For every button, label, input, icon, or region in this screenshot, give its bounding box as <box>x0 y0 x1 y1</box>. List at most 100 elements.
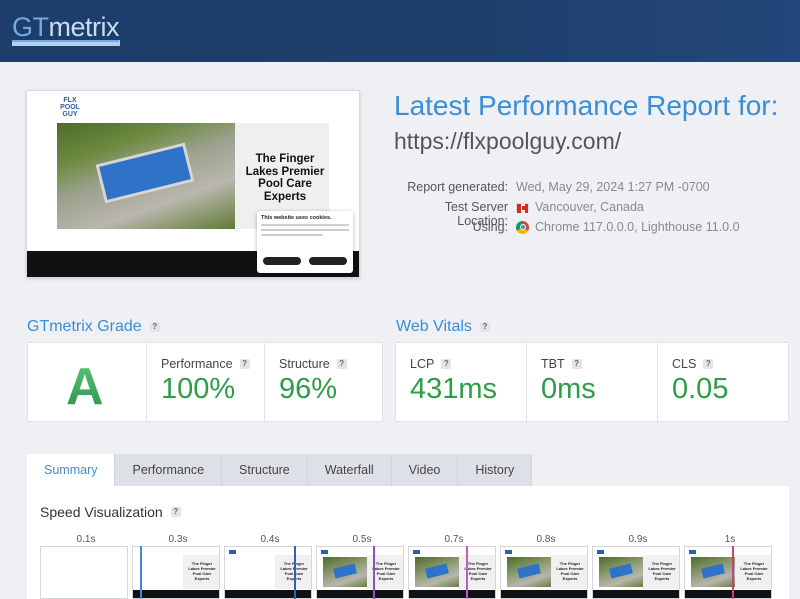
report-tabs: Summary Performance Structure Waterfall … <box>27 454 533 486</box>
structure-label: Structure? <box>279 357 347 371</box>
gtmetrix-grade-title: GTmetrix Grade ? <box>27 318 160 336</box>
frame-footer <box>501 590 587 598</box>
lcp-value: 431ms <box>410 373 498 405</box>
filmstrip-frame[interactable]: The Finger Lakes Premier Pool Care Exper… <box>316 546 404 599</box>
tbt-label: TBT? <box>541 357 582 371</box>
gtmetrix-logo[interactable]: GTmetrix <box>12 12 119 43</box>
hero-headline: The Finger Lakes Premier Pool Care Exper… <box>245 153 325 203</box>
frame-headline: The Finger Lakes Premier Pool Care Exper… <box>740 561 768 581</box>
speed-visualization-heading: Speed Visualization <box>40 504 163 520</box>
pool-shape <box>95 142 195 204</box>
lcp-marker <box>373 546 375 599</box>
cls-label-text: CLS <box>672 357 697 371</box>
pool-photo <box>57 123 235 229</box>
tbt-cell: TBT? 0ms <box>527 343 658 421</box>
cls-cell: CLS? 0.05 <box>658 343 790 421</box>
filmstrip: 0.1s 0.3s 0.4s 0.5s 0.7s 0.8s 0.9s 1s Th… <box>40 534 776 599</box>
cookie-text-line <box>261 229 349 231</box>
cookie-text-line <box>261 234 323 236</box>
help-icon[interactable]: ? <box>239 359 250 369</box>
help-icon[interactable]: ? <box>441 359 452 369</box>
frame-logo <box>413 550 420 554</box>
structure-cell: Structure? 96% <box>265 343 384 421</box>
performance-value: 100% <box>161 373 236 405</box>
frame-time: 0.1s <box>76 534 96 545</box>
cookie-accept-button <box>309 257 347 265</box>
frame-footer <box>133 590 219 598</box>
web-vitals-title: Web Vitals ? <box>396 318 490 336</box>
tbt-label-text: TBT <box>541 357 565 371</box>
report-title: Latest Performance Report for: <box>394 90 779 121</box>
logo-metrix: metrix <box>48 12 120 42</box>
report-generated-text: Wed, May 29, 2024 1:27 PM -0700 <box>516 180 710 194</box>
help-icon[interactable]: ? <box>479 322 490 332</box>
tab-performance[interactable]: Performance <box>115 454 223 486</box>
tab-structure[interactable]: Structure <box>222 454 308 486</box>
report-url[interactable]: https://flxpoolguy.com/ <box>394 128 621 155</box>
tab-history[interactable]: History <box>458 454 533 486</box>
frame-photo <box>323 557 369 587</box>
help-icon[interactable]: ? <box>149 322 160 332</box>
filmstrip-frame[interactable]: The Finger Lakes Premier Pool Care Exper… <box>684 546 772 599</box>
site-screenshot: FLX POOL GUY The Finger Lakes Premier Po… <box>26 90 360 278</box>
performance-label: Performance? <box>161 357 250 371</box>
using-text: Chrome 117.0.0.0, Lighthouse 11.0.0 <box>535 220 740 234</box>
first-contentful-paint-marker <box>140 546 142 599</box>
fully-loaded-marker <box>732 546 734 599</box>
speed-visualization-title: Speed Visualization ? <box>40 504 181 520</box>
tab-waterfall[interactable]: Waterfall <box>307 454 392 486</box>
filmstrip-frame[interactable] <box>40 546 128 599</box>
frame-footer <box>593 590 679 598</box>
cls-label: CLS? <box>672 357 714 371</box>
cls-value: 0.05 <box>672 373 729 405</box>
cookie-decline-button <box>263 257 301 265</box>
frame-time: 0.8s <box>536 534 556 545</box>
help-icon[interactable]: ? <box>571 359 582 369</box>
frame-time: 1s <box>724 534 736 545</box>
grade-cell: A <box>28 343 147 421</box>
frame-logo <box>229 550 236 554</box>
help-icon[interactable]: ? <box>336 359 347 369</box>
help-icon[interactable]: ? <box>703 359 714 369</box>
report-generated-label: Report generated: <box>407 180 508 194</box>
using-label: Using: <box>472 220 508 234</box>
report-generated-value: Wed, May 29, 2024 1:27 PM -0700 <box>516 180 710 194</box>
report-content: FLX POOL GUY The Finger Lakes Premier Po… <box>0 62 800 599</box>
cookie-banner: This website uses cookies. <box>257 211 353 273</box>
frame-time: 0.5s <box>352 534 372 545</box>
help-icon[interactable]: ? <box>170 507 181 517</box>
structure-label-text: Structure <box>279 357 330 371</box>
web-vitals-heading: Web Vitals <box>396 318 472 335</box>
frame-time: 0.3s <box>168 534 188 545</box>
lcp-cell: LCP? 431ms <box>396 343 527 421</box>
top-header: GTmetrix <box>0 0 800 62</box>
frame-footer <box>225 590 311 598</box>
tab-summary[interactable]: Summary <box>27 454 116 486</box>
onload-marker <box>466 546 468 599</box>
web-vitals-panel: LCP? 431ms TBT? 0ms CLS? 0.05 <box>395 342 789 422</box>
tab-video[interactable]: Video <box>391 454 459 486</box>
frame-time: 0.4s <box>260 534 280 545</box>
frame-photo <box>507 557 553 587</box>
logo-gt: GT <box>12 12 49 42</box>
site-logo: FLX POOL GUY <box>60 97 80 118</box>
filmstrip-frame[interactable]: The Finger Lakes Premier Pool Care Exper… <box>224 546 312 599</box>
performance-cell: Performance? 100% <box>147 343 265 421</box>
filmstrip-frame[interactable]: The Finger Lakes Premier Pool Care Exper… <box>592 546 680 599</box>
frame-headline: The Finger Lakes Premier Pool Care Exper… <box>188 561 216 581</box>
frame-footer <box>409 590 495 598</box>
grade-panel: A Performance? 100% Structure? 96% <box>27 342 383 422</box>
performance-label-text: Performance <box>161 357 233 371</box>
summary-panel: Speed Visualization ? 0.1s 0.3s 0.4s 0.5… <box>27 486 789 599</box>
filmstrip-frame[interactable]: The Finger Lakes Premier Pool Care Exper… <box>408 546 496 599</box>
canada-flag-icon <box>516 202 529 213</box>
filmstrip-frame[interactable]: The Finger Lakes Premier Pool Care Exper… <box>132 546 220 599</box>
server-location-value: Vancouver, Canada <box>516 200 644 214</box>
frame-logo <box>321 550 328 554</box>
frame-photo <box>599 557 645 587</box>
gtmetrix-grade-heading: GTmetrix Grade <box>27 318 142 335</box>
frame-headline: The Finger Lakes Premier Pool Care Exper… <box>648 561 676 581</box>
filmstrip-frame[interactable]: The Finger Lakes Premier Pool Care Exper… <box>500 546 588 599</box>
lcp-label: LCP? <box>410 357 452 371</box>
using-value: Chrome 117.0.0.0, Lighthouse 11.0.0 <box>516 220 740 234</box>
